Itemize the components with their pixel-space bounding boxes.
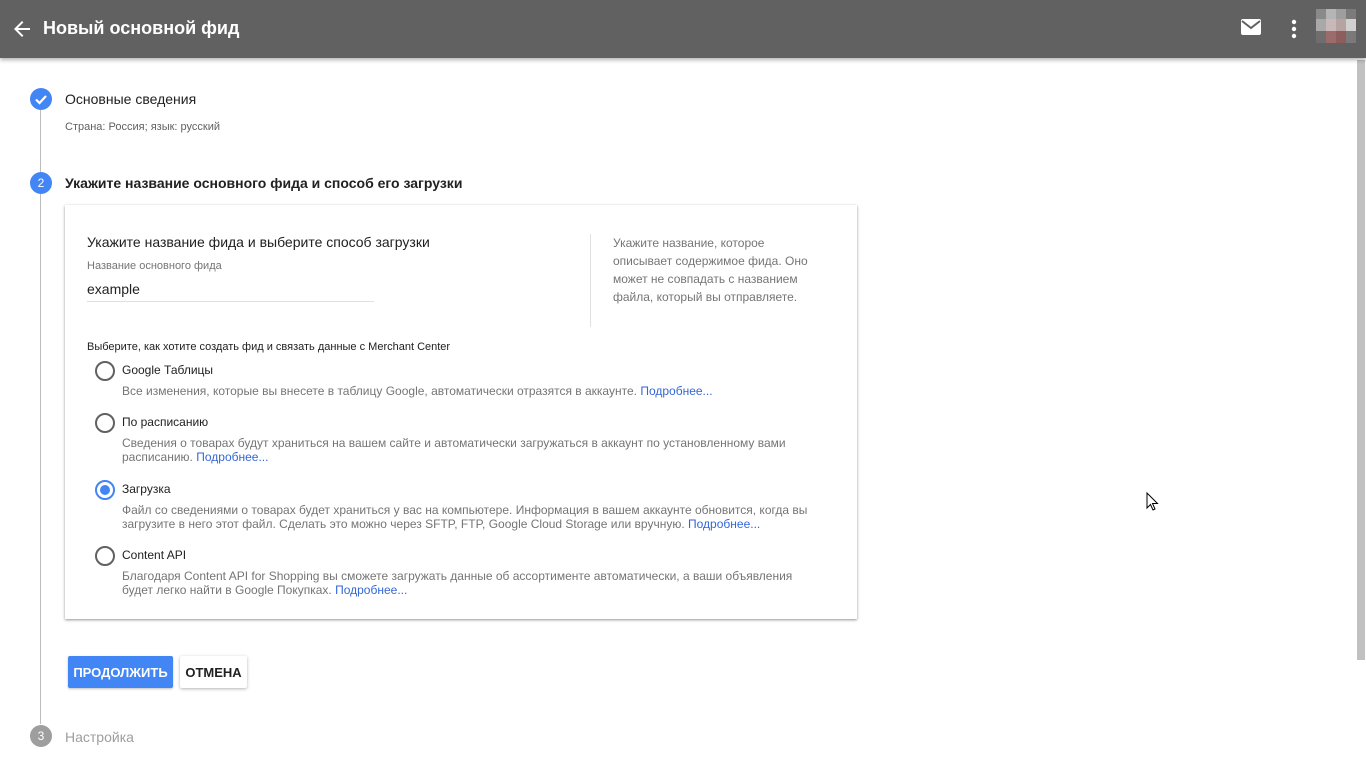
feed-setup-card: Укажите название фида и выберите способ … (65, 205, 857, 619)
step3-title: Настройка (65, 729, 134, 745)
option-desc: Все изменения, которые вы внесете в табл… (122, 384, 713, 398)
scrollbar-thumb[interactable] (1357, 60, 1365, 660)
step1-summary: Страна: Россия; язык: русский (65, 121, 221, 133)
learn-more-link[interactable]: Подробнее... (196, 450, 268, 464)
radio-upload[interactable] (95, 480, 115, 500)
step2-title: Укажите название основного фида и способ… (65, 175, 463, 191)
app-header: Новый основной фид (0, 0, 1366, 58)
feed-name-label: Название основного фида (87, 260, 222, 272)
learn-more-link[interactable]: Подробнее... (688, 517, 760, 531)
option-title[interactable]: Google Таблицы (122, 363, 213, 377)
learn-more-link[interactable]: Подробнее... (335, 583, 407, 597)
radio-content-api[interactable] (95, 546, 115, 566)
option-desc: Сведения о товарах будут храниться на ва… (122, 436, 786, 464)
option-desc: Файл со сведениями о товарах будет храни… (122, 503, 808, 531)
option-title[interactable]: Загрузка (122, 482, 171, 496)
step-connector (40, 110, 41, 172)
avatar[interactable] (1316, 9, 1356, 43)
method-label: Выберите, как хотите создать фид и связа… (87, 341, 451, 353)
step-connector (40, 194, 41, 724)
more-vert-icon[interactable] (1285, 18, 1303, 40)
option-title[interactable]: По расписанию (122, 415, 208, 429)
cancel-button[interactable]: ОТМЕНА (180, 656, 247, 688)
option-desc: Благодаря Content API for Shopping вы см… (122, 569, 793, 597)
step1-title[interactable]: Основные сведения (65, 91, 196, 107)
learn-more-link[interactable]: Подробнее... (640, 384, 712, 398)
divider (590, 234, 591, 327)
card-heading: Укажите название фида и выберите способ … (87, 234, 430, 250)
check-icon (30, 88, 52, 110)
option-title[interactable]: Content API (122, 548, 186, 562)
feed-name-input[interactable] (87, 276, 374, 302)
step2-number: 2 (30, 172, 52, 194)
mail-icon[interactable] (1240, 18, 1262, 38)
mouse-cursor-icon (1146, 491, 1160, 512)
radio-scheduled[interactable] (95, 413, 115, 433)
continue-button[interactable]: ПРОДОЛЖИТЬ (68, 656, 173, 688)
page-title: Новый основной фид (43, 18, 240, 38)
radio-google-sheets[interactable] (95, 361, 115, 381)
arrow-back-icon[interactable] (10, 17, 34, 41)
help-text: Укажите название, которое описывает соде… (613, 236, 808, 304)
step3-number: 3 (30, 725, 52, 747)
